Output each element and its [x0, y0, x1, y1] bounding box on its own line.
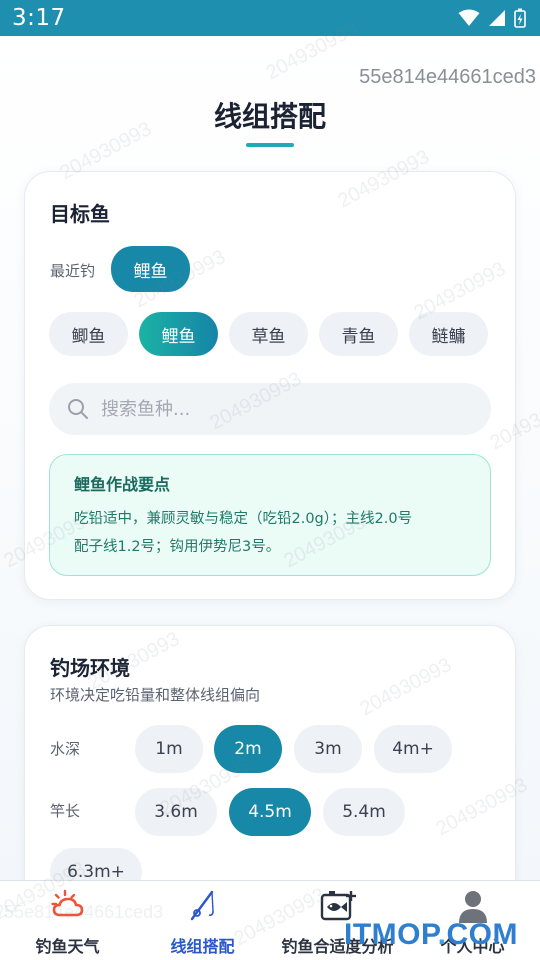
fish-chip-black-carp[interactable]: 青鱼: [319, 312, 398, 356]
fish-chip-silver-carp[interactable]: 鲢鳙: [409, 312, 488, 356]
fish-search-input[interactable]: [101, 398, 481, 420]
nav-label-rig-matching: 线组搭配: [170, 937, 235, 956]
nav-label-weather: 钓鱼天气: [35, 937, 100, 956]
brand-logo: ITMOP.COM: [344, 918, 518, 951]
rod-length-label: 竿长: [50, 802, 81, 820]
environment-subtitle: 环境决定吃铅量和整体线组偏向: [50, 686, 261, 704]
fish-tip-box: 鲤鱼作战要点 吃铅适中，兼顾灵敏与稳定（吃铅2.0g）；主线2.0号 配子线1.…: [49, 454, 491, 576]
fish-tip-title: 鲤鱼作战要点: [74, 475, 171, 494]
device-id: 55e814e44661ced3: [359, 66, 536, 88]
depth-chip-4m-plus[interactable]: 4m+: [374, 725, 452, 773]
target-fish-card: 目标鱼 最近钓 鲤鱼 鲫鱼 鲤鱼 草鱼 青鱼 鲢鳙 鲤鱼作战要点 吃铅适中，兼顾…: [24, 171, 516, 600]
status-icons: [458, 8, 526, 28]
nav-item-weather[interactable]: 钓鱼天气: [0, 881, 135, 960]
nav-item-rig-matching[interactable]: 线组搭配: [135, 881, 270, 960]
depth-chip-2m[interactable]: 2m: [214, 725, 282, 773]
fish-tip-line-2: 配子线1.2号；钩用伊势尼3号。: [74, 539, 281, 555]
fish-chip-carp[interactable]: 鲤鱼: [139, 312, 218, 356]
environment-title: 钓场环境: [50, 656, 130, 680]
fish-chip-crucian[interactable]: 鲫鱼: [49, 312, 128, 356]
target-fish-title: 目标鱼: [50, 202, 110, 226]
fish-chip-grass-carp[interactable]: 草鱼: [229, 312, 308, 356]
fishing-rod-icon: [190, 890, 214, 921]
page-title: 线组搭配: [213, 100, 326, 133]
rod-chip-3-6m[interactable]: 3.6m: [135, 788, 217, 836]
recent-label: 最近钓: [50, 262, 96, 280]
search-icon: [68, 399, 88, 419]
rod-chip-4-5m[interactable]: 4.5m: [229, 788, 311, 836]
recent-fish-chip[interactable]: 鲤鱼: [111, 246, 190, 292]
status-time: 3:17: [12, 5, 66, 31]
rod-chip-5-4m[interactable]: 5.4m: [323, 788, 405, 836]
status-bar: 3:17: [0, 0, 540, 36]
fish-tip-text: 吃铅适中，兼顾灵敏与稳定（吃铅2.0g）；主线2.0号 配子线1.2号；钩用伊势…: [74, 505, 466, 561]
fish-tip-line-1: 吃铅适中，兼顾灵敏与稳定（吃铅2.0g）；主线2.0号: [74, 511, 413, 527]
title-underline: [246, 143, 294, 147]
fish-search-box[interactable]: [49, 383, 491, 435]
signal-icon: [489, 10, 505, 26]
depth-chip-3m[interactable]: 3m: [294, 725, 362, 773]
weather-icon: [50, 889, 83, 917]
wifi-icon: [458, 9, 480, 26]
battery-icon: [514, 8, 526, 28]
depth-chip-1m[interactable]: 1m: [135, 725, 203, 773]
depth-label: 水深: [50, 740, 81, 758]
